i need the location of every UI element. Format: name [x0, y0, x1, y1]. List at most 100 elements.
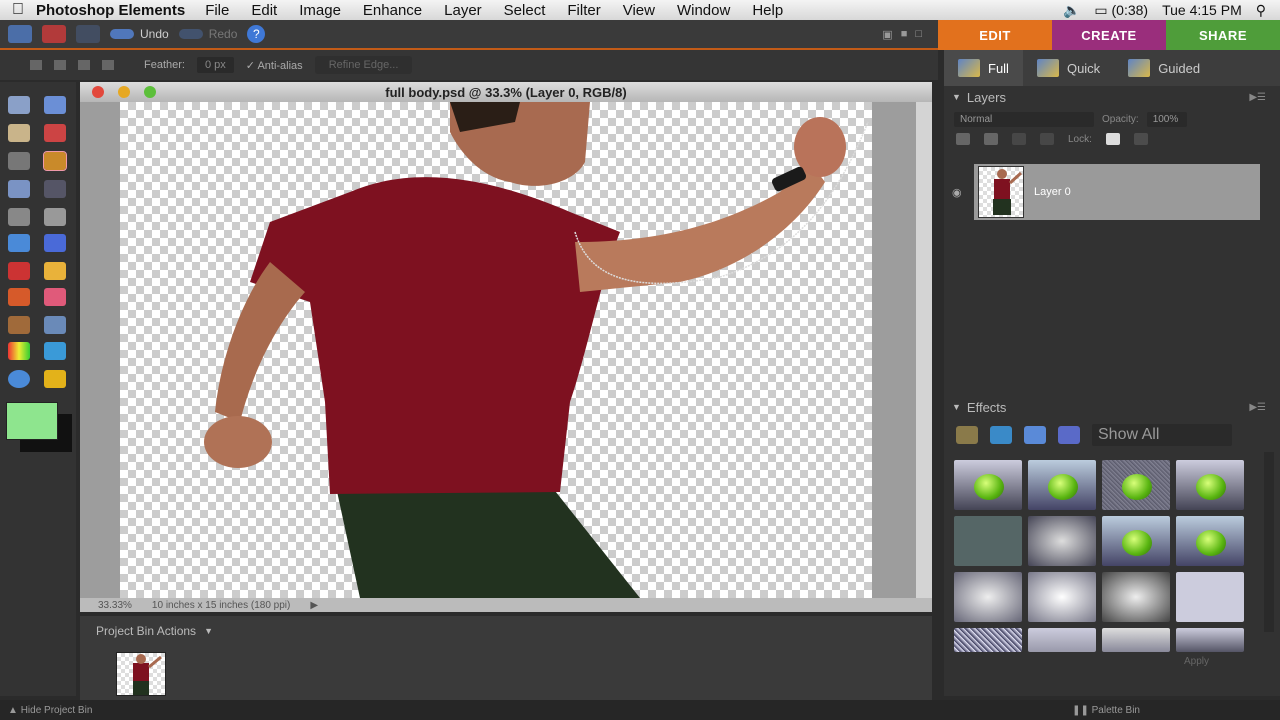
menu-view[interactable]: View: [623, 2, 655, 19]
vertical-scrollbar[interactable]: [916, 102, 932, 598]
feather-input[interactable]: 0 px: [196, 57, 234, 73]
hand-tool-icon[interactable]: [8, 124, 30, 142]
layer-row[interactable]: Layer 0: [974, 164, 1260, 220]
undo-button[interactable]: Undo: [110, 27, 169, 41]
battery-status[interactable]: ▭ (0:38): [1094, 2, 1148, 19]
quick-selection-tool-icon[interactable]: [44, 180, 66, 198]
collapse-triangle-icon[interactable]: ▼: [952, 402, 961, 412]
effect-thumbnail[interactable]: [1102, 572, 1170, 622]
magic-wand-tool-icon[interactable]: [8, 180, 30, 198]
intersect-selection-icon[interactable]: [102, 60, 114, 70]
menu-help[interactable]: Help: [752, 2, 783, 19]
new-layer-icon[interactable]: [956, 133, 970, 145]
canvas-area[interactable]: [80, 102, 916, 598]
layers-panel-header[interactable]: ▼ Layers ▶☰: [944, 86, 1280, 108]
menu-filter[interactable]: Filter: [567, 2, 600, 19]
clock[interactable]: Tue 4:15 PM: [1162, 2, 1242, 18]
hide-project-bin-button[interactable]: ▲ Hide Project Bin: [8, 705, 92, 716]
lasso-tool-icon[interactable]: [43, 151, 67, 171]
spotlight-search-icon[interactable]: ⚲: [1256, 2, 1266, 19]
healing-brush-tool-icon[interactable]: [44, 262, 66, 280]
effects-panel-header[interactable]: ▼ Effects ▶☰: [944, 396, 1280, 418]
chevron-down-icon[interactable]: ▼: [204, 626, 213, 636]
effects-scrollbar[interactable]: [1264, 452, 1274, 632]
minimize-document-icon[interactable]: [118, 86, 130, 98]
delete-layer-icon[interactable]: [1012, 133, 1026, 145]
menu-enhance[interactable]: Enhance: [363, 2, 422, 19]
effect-thumbnail[interactable]: [1176, 572, 1244, 622]
minimize-window-icon[interactable]: ▣: [882, 28, 892, 41]
cookie-cutter-tool-icon[interactable]: [8, 234, 30, 252]
status-menu-arrow-icon[interactable]: ▶: [310, 600, 318, 611]
effect-thumbnail[interactable]: [1102, 460, 1170, 510]
effect-thumbnail[interactable]: [954, 628, 1022, 652]
panel-menu-icon[interactable]: ▶☰: [1249, 92, 1266, 103]
zoom-tool-icon[interactable]: [44, 96, 66, 114]
document-title-bar[interactable]: full body.psd @ 33.3% (Layer 0, RGB/8): [80, 82, 932, 102]
sponge-tool-icon[interactable]: [44, 370, 66, 388]
tab-guided[interactable]: Guided: [1114, 50, 1214, 86]
crop-tool-icon[interactable]: [44, 208, 66, 226]
help-button[interactable]: ?: [247, 25, 266, 43]
effect-thumbnail[interactable]: [1028, 628, 1096, 652]
eraser-tool-icon[interactable]: [44, 288, 66, 306]
subtract-selection-icon[interactable]: [78, 60, 90, 70]
effects-filter-select[interactable]: Show All: [1092, 424, 1232, 446]
effect-thumbnail[interactable]: [1028, 460, 1096, 510]
gradient-tool-icon[interactable]: [8, 342, 30, 360]
tab-full[interactable]: Full: [944, 50, 1023, 86]
effect-thumbnail[interactable]: [1176, 460, 1244, 510]
effect-thumbnail[interactable]: [1028, 572, 1096, 622]
antialias-checkbox[interactable]: ✓ Anti-alias: [246, 59, 303, 72]
tab-create[interactable]: CREATE: [1052, 20, 1166, 50]
add-selection-icon[interactable]: [54, 60, 66, 70]
project-bin-thumbnail[interactable]: [116, 652, 166, 696]
layer-visibility-eye-icon[interactable]: ◉: [952, 186, 962, 199]
collapse-triangle-icon[interactable]: ▼: [952, 92, 961, 102]
new-file-icon[interactable]: [42, 25, 66, 43]
effect-thumbnail[interactable]: [1176, 516, 1244, 566]
effect-thumbnail[interactable]: [1102, 516, 1170, 566]
effect-thumbnail[interactable]: [1028, 516, 1096, 566]
layer-styles-icon[interactable]: [990, 426, 1012, 444]
panel-menu-icon[interactable]: ▶☰: [1249, 402, 1266, 413]
menu-image[interactable]: Image: [299, 2, 341, 19]
lock-all-icon[interactable]: [1133, 133, 1148, 145]
effect-thumbnail[interactable]: [954, 516, 1022, 566]
menu-edit[interactable]: Edit: [251, 2, 277, 19]
close-document-icon[interactable]: [92, 86, 104, 98]
tab-quick[interactable]: Quick: [1023, 50, 1114, 86]
effect-thumbnail[interactable]: [1102, 628, 1170, 652]
blend-mode-select[interactable]: Normal: [954, 112, 1094, 127]
clone-stamp-tool-icon[interactable]: [8, 288, 30, 306]
link-layers-icon[interactable]: [1040, 133, 1054, 145]
tab-edit[interactable]: EDIT: [938, 20, 1052, 50]
straighten-tool-icon[interactable]: [44, 234, 66, 252]
smart-brush-tool-icon[interactable]: [44, 316, 66, 334]
blur-tool-icon[interactable]: [8, 370, 30, 388]
refine-edge-button[interactable]: Refine Edge...: [314, 56, 413, 74]
new-adjustment-layer-icon[interactable]: [984, 133, 998, 145]
lock-transparent-icon[interactable]: [1105, 133, 1120, 145]
effect-thumbnail[interactable]: [954, 460, 1022, 510]
organizer-icon[interactable]: [8, 25, 32, 43]
app-name-menu[interactable]: Photoshop Elements: [36, 2, 185, 19]
apply-button[interactable]: Apply: [1184, 656, 1209, 667]
image-canvas[interactable]: [120, 102, 872, 598]
menu-window[interactable]: Window: [677, 2, 730, 19]
new-selection-icon[interactable]: [30, 60, 42, 70]
red-eye-tool-icon[interactable]: [8, 262, 30, 280]
foreground-color-swatch[interactable]: [6, 402, 58, 440]
open-file-icon[interactable]: [76, 25, 100, 43]
tab-share[interactable]: SHARE: [1166, 20, 1280, 50]
maximize-window-icon[interactable]: ■: [901, 28, 908, 41]
palette-bin-button[interactable]: ❚❚ Palette Bin: [1072, 705, 1140, 716]
redo-button[interactable]: Redo: [178, 27, 237, 41]
menu-file[interactable]: File: [205, 2, 229, 19]
opacity-input[interactable]: 100%: [1146, 112, 1187, 127]
volume-icon[interactable]: 🔈: [1063, 2, 1080, 19]
close-window-icon[interactable]: □: [915, 28, 922, 41]
photo-effects-icon[interactable]: [1024, 426, 1046, 444]
zoom-level[interactable]: 33.33%: [98, 600, 132, 611]
zoom-document-icon[interactable]: [144, 86, 156, 98]
